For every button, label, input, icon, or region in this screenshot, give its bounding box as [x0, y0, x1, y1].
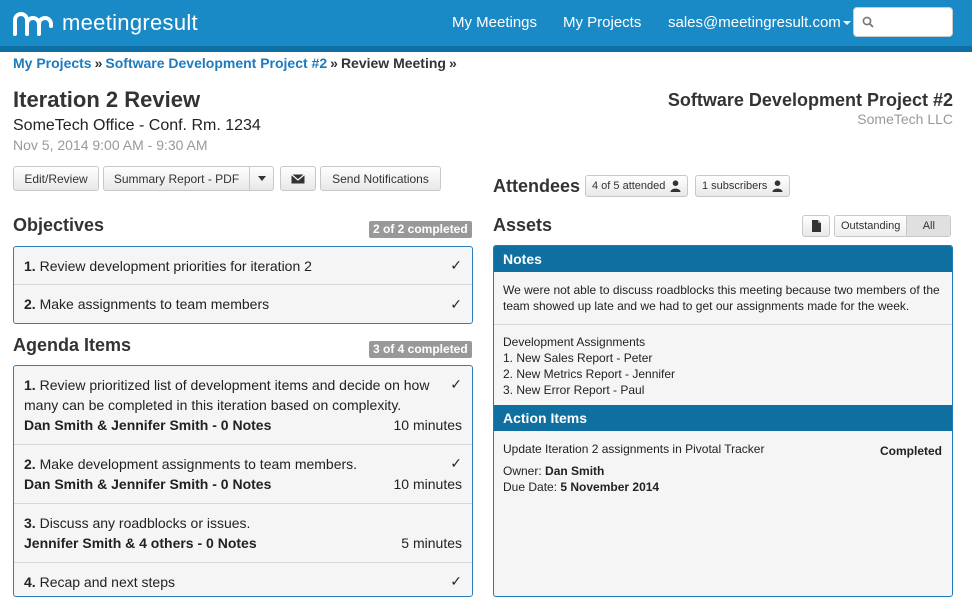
account-menu[interactable]: sales@meetingresult.com: [668, 14, 851, 31]
due-date-label: Due Date:: [503, 480, 558, 494]
topbar-stripe: [0, 46, 972, 52]
agenda-number: 4.: [24, 574, 36, 590]
action-item-status: Completed: [879, 444, 942, 458]
person-icon: [772, 180, 783, 192]
agenda-panel: 1. Review prioritized list of developmen…: [13, 365, 473, 597]
agenda-item: 4. Recap and next steps ✓: [14, 563, 472, 596]
objectives-panel: 1. Review development priorities for ite…: [13, 246, 473, 324]
objectives-status-badge: 2 of 2 completed: [369, 221, 472, 238]
attended-button[interactable]: 4 of 5 attended: [585, 175, 689, 197]
summary-report-button[interactable]: Summary Report - PDF: [103, 166, 250, 191]
summary-report-dropdown[interactable]: [249, 166, 274, 191]
meeting-time: Nov 5, 2014 9:00 AM - 9:30 AM: [13, 137, 208, 153]
agenda-owners: Dan Smith & Jennifer Smith - 0 Notes: [24, 476, 272, 492]
action-item[interactable]: Update Iteration 2 assignments in Pivota…: [494, 431, 952, 505]
objective-text: Make assignments to team members: [39, 296, 270, 312]
attended-count: 4 of 5 attended: [592, 180, 666, 192]
brand-logo[interactable]: meetingresult: [12, 10, 198, 36]
agenda-number: 3.: [24, 515, 36, 531]
envelope-icon: [291, 173, 305, 183]
filter-outstanding[interactable]: Outstanding: [835, 216, 907, 236]
agenda-number: 1.: [24, 377, 36, 393]
agenda-text: Review prioritized list of development i…: [24, 377, 430, 413]
brand-name: meetingresult: [62, 10, 198, 35]
notes-list-item: 1. New Sales Report - Peter: [503, 351, 653, 365]
objective-text: Review development priorities for iterat…: [39, 257, 312, 274]
agenda-duration: 5 minutes: [401, 535, 462, 551]
logo-icon: [13, 12, 53, 36]
assets-filter-toggle[interactable]: Outstanding All: [834, 215, 952, 237]
notes-header: Notes: [494, 246, 952, 272]
agenda-owners: Jennifer Smith & 4 others - 0 Notes: [24, 535, 257, 551]
action-items-header: Action Items: [494, 405, 952, 431]
agenda-owners: Dan Smith & Jennifer Smith - 0 Notes: [24, 417, 272, 433]
objective-item: 1. Review development priorities for ite…: [14, 247, 472, 285]
due-date-value: 5 November 2014: [560, 480, 660, 494]
document-icon: [811, 220, 821, 232]
edit-review-button[interactable]: Edit/Review: [13, 166, 99, 191]
agenda-text: Make development assignments to team mem…: [39, 456, 358, 472]
chevron-down-icon: [842, 21, 851, 26]
nav-my-meetings[interactable]: My Meetings: [452, 14, 537, 31]
owner-value: Dan Smith: [545, 464, 605, 478]
account-email: sales@meetingresult.com: [668, 14, 841, 31]
checkmark-icon: ✓: [450, 455, 462, 471]
caret-down-icon: [257, 176, 266, 181]
notes-list-title: Development Assignments: [503, 335, 646, 349]
person-icon: [670, 180, 681, 192]
assets-heading: Assets: [493, 215, 553, 235]
checkmark-icon: ✓: [450, 573, 462, 589]
agenda-duration: 10 minutes: [393, 417, 462, 433]
checkmark-icon: ✓: [450, 376, 462, 392]
agenda-item: 3. Discuss any roadblocks or issues. Jen…: [14, 504, 472, 563]
search-icon: [862, 16, 874, 28]
action-item-title: Update Iteration 2 assignments in Pivota…: [503, 442, 765, 456]
breadcrumb-separator: »: [330, 55, 338, 71]
checkmark-icon: ✓: [450, 295, 462, 312]
search-input[interactable]: [878, 14, 948, 30]
agenda-text: Discuss any roadblocks or issues.: [39, 515, 251, 531]
agenda-status-badge: 3 of 4 completed: [369, 341, 472, 358]
agenda-number: 2.: [24, 456, 36, 472]
nav-my-projects[interactable]: My Projects: [563, 14, 641, 31]
notes-list-item: 2. New Metrics Report - Jennifer: [503, 367, 676, 381]
agenda-text: Recap and next steps: [39, 574, 175, 590]
agenda-item: 1. Review prioritized list of developmen…: [14, 366, 472, 445]
attendees-heading: Attendees: [493, 176, 581, 196]
notes-list-item: 3. New Error Report - Paul: [503, 383, 645, 397]
objectives-heading: Objectives: [13, 215, 105, 235]
breadcrumb: My Projects» Software Development Project…: [13, 55, 460, 71]
top-navigation-bar: meetingresult My Meetings My Projects sa…: [0, 0, 972, 46]
breadcrumb-project[interactable]: Software Development Project #2: [105, 55, 327, 71]
meeting-location: SomeTech Office - Conf. Rm. 1234: [13, 117, 261, 134]
breadcrumb-separator: »: [448, 55, 457, 71]
meeting-title: Iteration 2 Review: [13, 87, 201, 112]
breadcrumb-my-projects[interactable]: My Projects: [13, 55, 92, 71]
search-box[interactable]: [853, 7, 953, 37]
agenda-duration: 10 minutes: [393, 476, 462, 492]
assets-panel: Notes We were not able to discuss roadbl…: [493, 245, 953, 597]
objective-number: 1.: [24, 257, 36, 274]
new-document-button[interactable]: [802, 215, 830, 237]
breadcrumb-current: Review Meeting: [340, 55, 446, 71]
agenda-heading: Agenda Items: [13, 335, 132, 355]
subscribers-count: 1 subscribers: [702, 180, 768, 192]
objective-item: 2. Make assignments to team members ✓: [14, 285, 472, 323]
objective-number: 2.: [24, 296, 36, 312]
agenda-item: 2. Make development assignments to team …: [14, 445, 472, 504]
checkmark-icon: ✓: [450, 257, 462, 273]
filter-all[interactable]: All: [906, 216, 951, 236]
owner-label: Owner:: [503, 464, 542, 478]
notes-paragraph: We were not able to discuss roadblocks t…: [494, 272, 952, 325]
notes-list: Development Assignments 1. New Sales Rep…: [494, 325, 952, 405]
breadcrumb-separator: »: [94, 55, 103, 71]
project-title[interactable]: Software Development Project #2: [668, 90, 953, 111]
send-notifications-button[interactable]: Send Notifications: [320, 166, 441, 191]
subscribers-button[interactable]: 1 subscribers: [695, 175, 791, 197]
email-button[interactable]: [280, 166, 316, 191]
project-company: SomeTech LLC: [857, 111, 953, 127]
